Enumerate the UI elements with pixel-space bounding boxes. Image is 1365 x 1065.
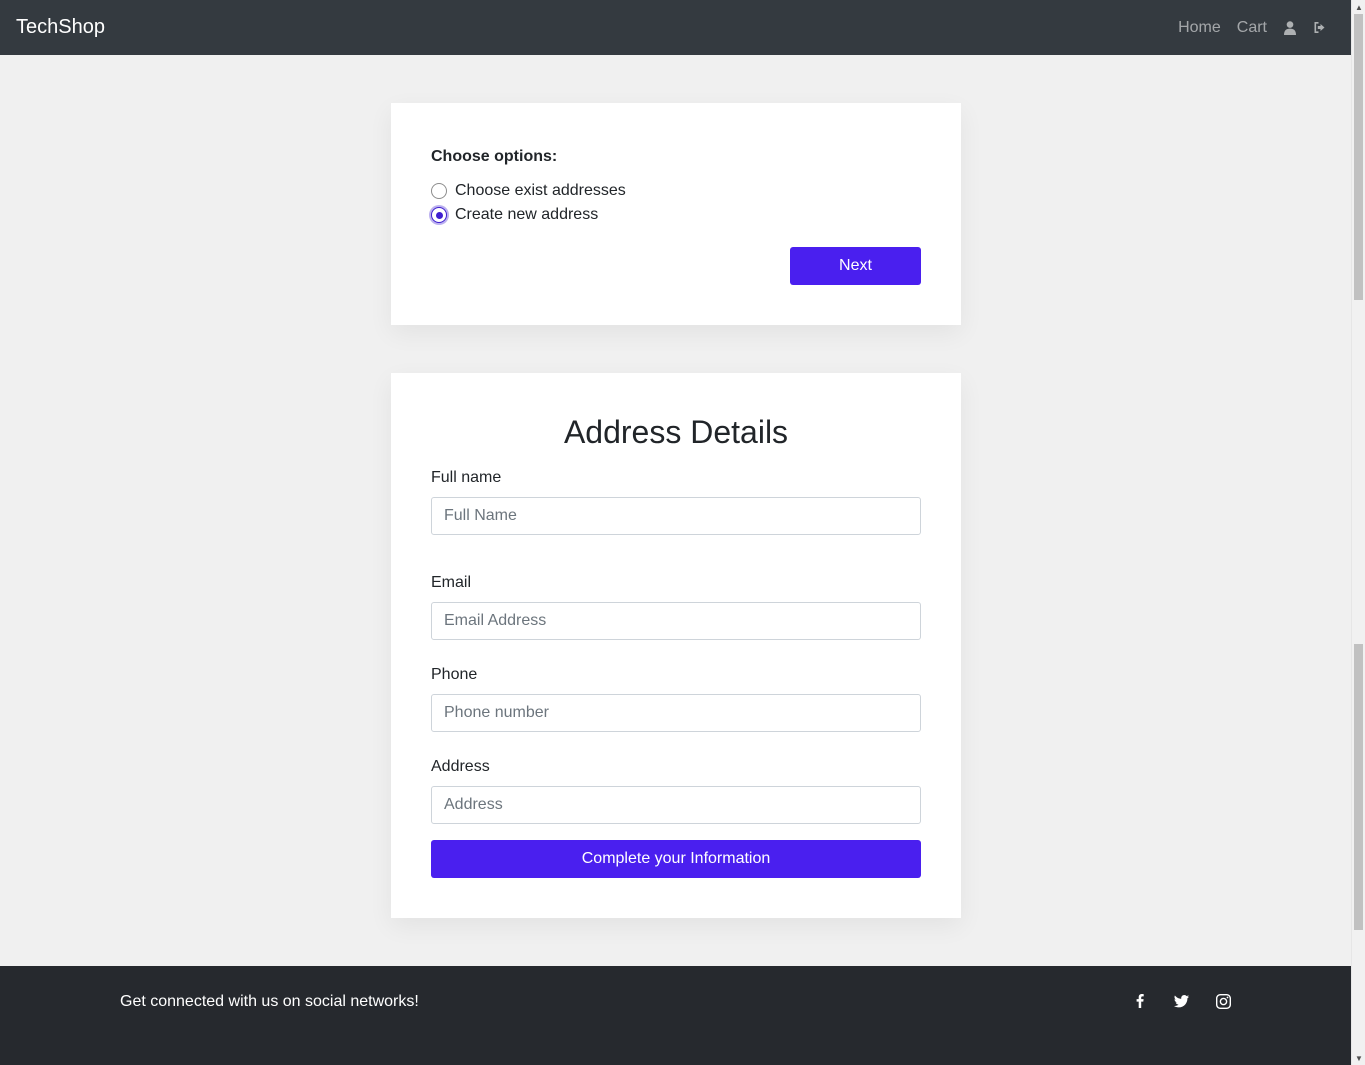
phone-label: Phone bbox=[431, 666, 478, 683]
instagram-icon[interactable] bbox=[1212, 990, 1234, 1012]
radio-choose-existing[interactable]: Choose exist addresses bbox=[431, 179, 921, 203]
full-name-input[interactable] bbox=[431, 497, 921, 535]
address-title: Address Details bbox=[563, 414, 789, 450]
brand-logo[interactable]: TechShop bbox=[16, 16, 105, 39]
address-input[interactable] bbox=[431, 786, 921, 824]
email-label: Email bbox=[431, 574, 472, 591]
footer-social-text: Get connected with us on social networks… bbox=[120, 993, 419, 1010]
radio-choose-existing-control[interactable] bbox=[431, 183, 447, 199]
radio-choose-existing-label: Choose exist addresses bbox=[455, 182, 626, 199]
address-label: Address bbox=[431, 758, 490, 775]
options-card: Choose options: Choose exist addresses C… bbox=[391, 103, 961, 325]
scroll-down-arrow-icon[interactable]: ▼ bbox=[1352, 1051, 1365, 1065]
radio-create-new-label: Create new address bbox=[455, 206, 599, 223]
scroll-up-arrow-icon[interactable]: ▲ bbox=[1352, 0, 1365, 14]
nav-link-home[interactable]: Home bbox=[1170, 19, 1229, 37]
sign-out-icon[interactable] bbox=[1305, 18, 1335, 38]
address-card: Address Details Full name Email Phone Ad… bbox=[391, 373, 961, 918]
user-icon[interactable] bbox=[1275, 18, 1305, 38]
twitter-icon[interactable] bbox=[1170, 990, 1192, 1012]
navbar: TechShop Home Cart bbox=[0, 0, 1351, 55]
radio-create-new[interactable]: Create new address bbox=[431, 203, 921, 227]
scrollbar-thumb-secondary[interactable] bbox=[1354, 644, 1363, 930]
radio-create-new-control[interactable] bbox=[431, 207, 447, 223]
page-scrollbar[interactable]: ▲ ▼ bbox=[1351, 0, 1365, 1065]
facebook-icon[interactable] bbox=[1129, 990, 1151, 1012]
phone-input[interactable] bbox=[431, 694, 921, 732]
next-button[interactable]: Next bbox=[790, 247, 921, 285]
page: TechShop Home Cart Choose options: Choos… bbox=[0, 0, 1351, 1065]
nav-link-cart[interactable]: Cart bbox=[1229, 19, 1275, 37]
options-title: Choose options: bbox=[431, 148, 558, 165]
scrollbar-thumb[interactable] bbox=[1354, 14, 1363, 300]
nav-right: Home Cart bbox=[1170, 18, 1335, 38]
email-input[interactable] bbox=[431, 602, 921, 640]
footer: Get connected with us on social networks… bbox=[0, 966, 1351, 1065]
complete-information-button[interactable]: Complete your Information bbox=[431, 840, 921, 878]
full-name-label: Full name bbox=[431, 469, 502, 486]
